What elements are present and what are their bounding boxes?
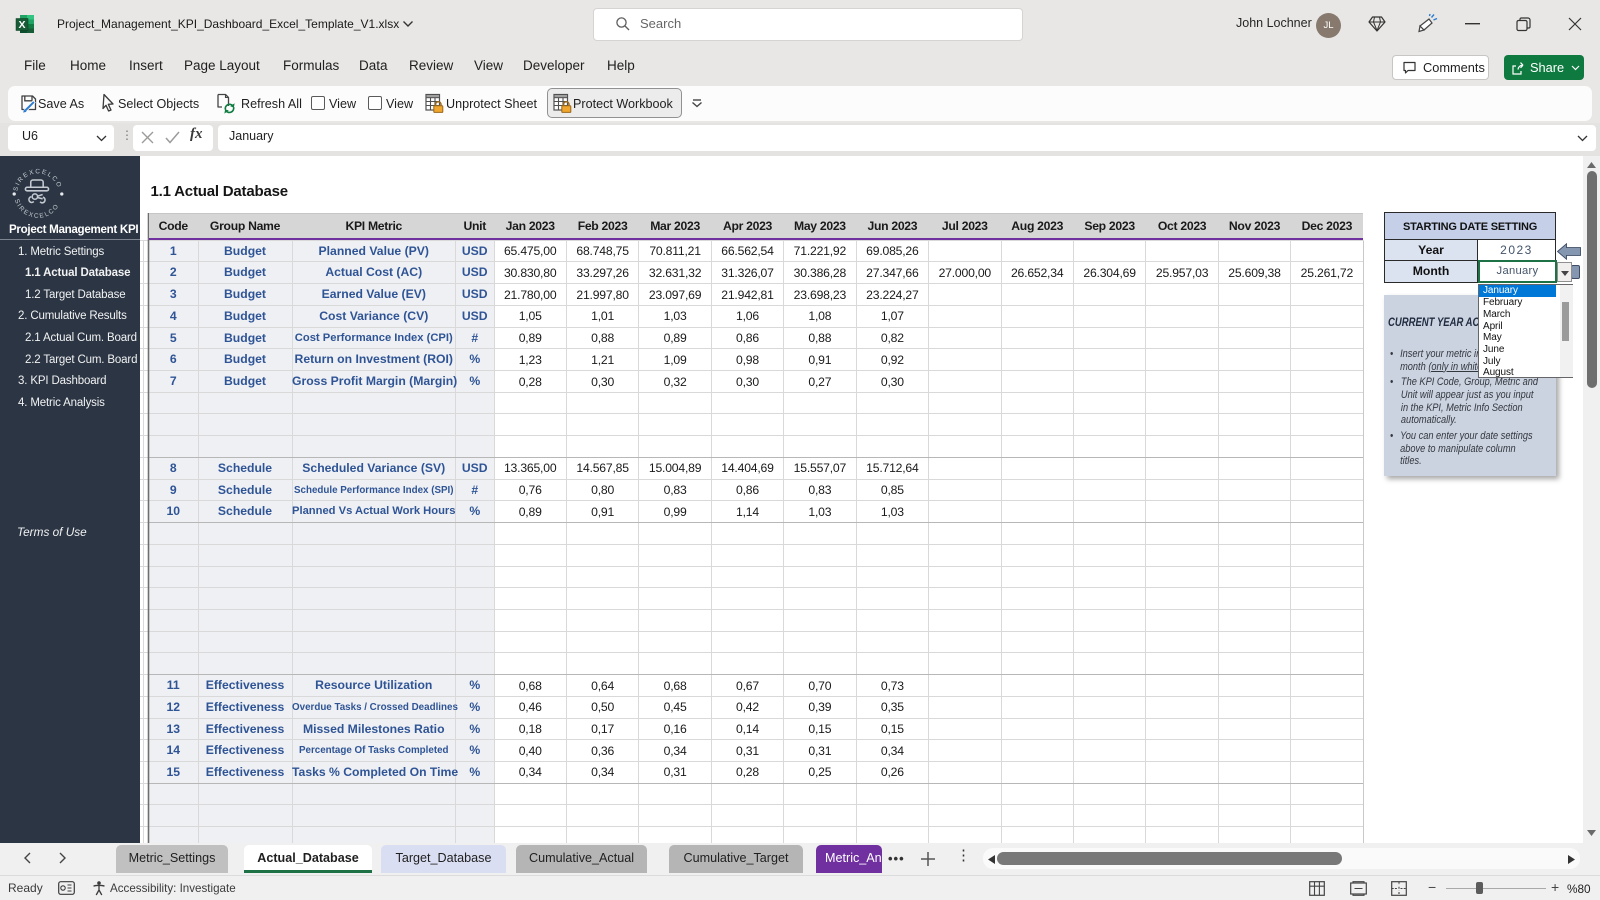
svg-text:X: X (18, 19, 25, 31)
